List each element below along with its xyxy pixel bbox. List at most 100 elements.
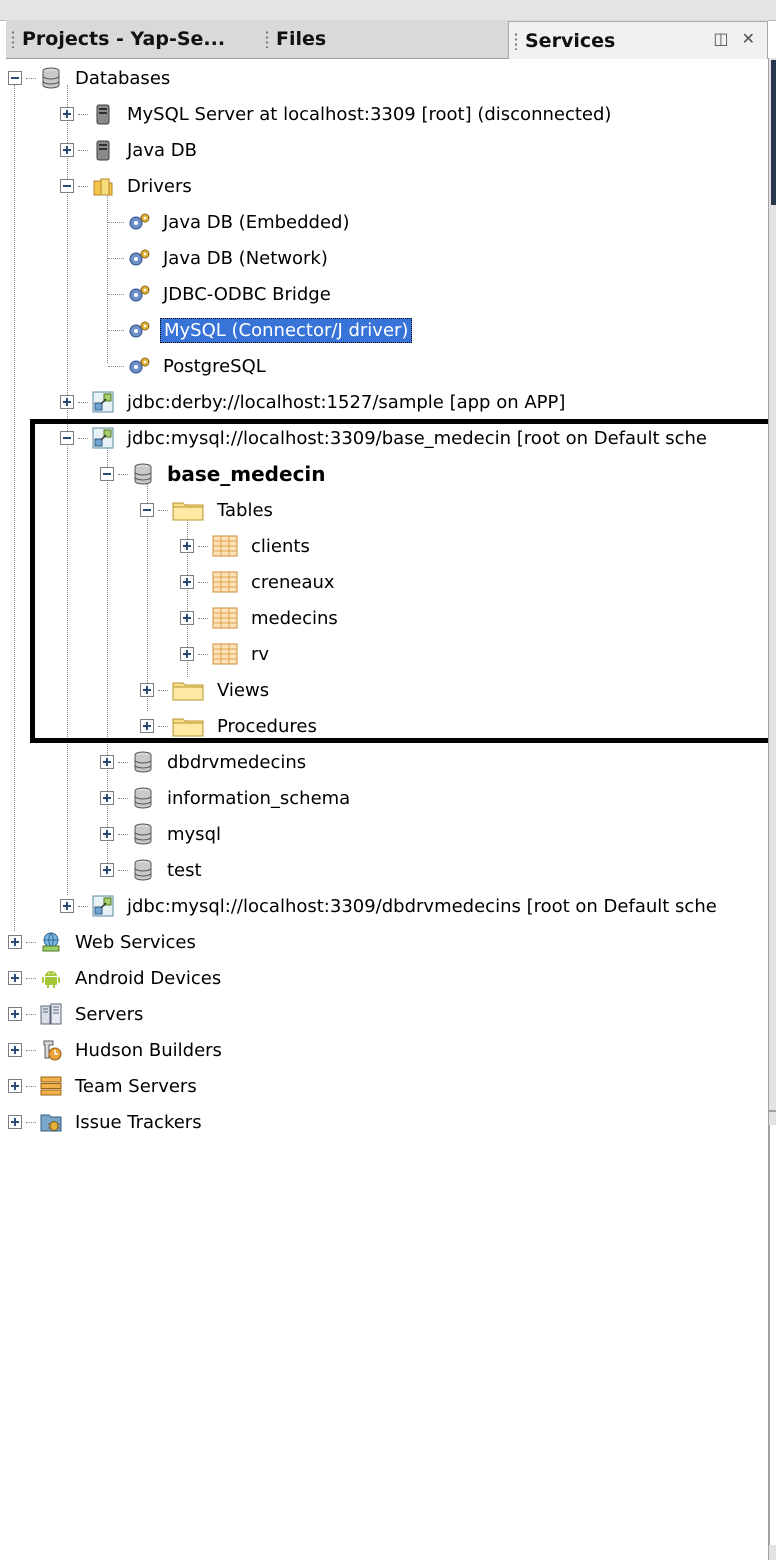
node-label: test	[167, 859, 202, 881]
node-label: Web Services	[75, 931, 196, 953]
tree-connector	[78, 149, 88, 151]
tree-connector	[78, 437, 88, 439]
tree-node-table-medecins[interactable]: medecins	[180, 600, 341, 636]
expand-toggle-icon[interactable]	[60, 899, 74, 913]
tree-node-hudson-builders[interactable]: Hudson Builders	[8, 1032, 225, 1068]
tree-node-driver-java-db-embedded[interactable]: Java DB (Embedded)	[108, 204, 352, 240]
connection-icon	[92, 427, 114, 449]
drag-grip-icon[interactable]	[265, 30, 269, 48]
tree-node-derby-connection[interactable]: jdbc:derby://localhost:1527/sample [app …	[60, 384, 568, 420]
tree-node-mysql-schema[interactable]: mysql	[100, 816, 224, 852]
server-icon	[96, 104, 110, 125]
tree-node-issue-trackers[interactable]: Issue Trackers	[8, 1104, 205, 1140]
expand-toggle-icon[interactable]	[60, 143, 74, 157]
expand-toggle-icon[interactable]	[180, 539, 194, 553]
tab-services[interactable]: Services ◫ ✕	[508, 21, 768, 59]
tree-node-table-rv[interactable]: rv	[180, 636, 272, 672]
drag-grip-icon[interactable]	[514, 31, 518, 50]
database-icon	[134, 463, 152, 485]
node-label: jdbc:mysql://localhost:3309/base_medecin…	[127, 427, 707, 449]
tree-node-test-schema[interactable]: test	[100, 852, 205, 888]
tree-node-java-db[interactable]: Java DB	[60, 132, 200, 168]
tree-node-servers[interactable]: Servers	[8, 996, 146, 1032]
expand-toggle-icon[interactable]	[100, 863, 114, 877]
tree-connector	[198, 617, 208, 619]
tree-node-procedures[interactable]: Procedures	[140, 708, 320, 744]
expand-toggle-icon[interactable]	[60, 395, 74, 409]
server-icon	[96, 140, 110, 161]
tab-services-label: Services	[525, 29, 616, 52]
folder-icon	[172, 502, 204, 521]
tree-node-driver-mysql[interactable]: MySQL (Connector/J driver)	[108, 312, 413, 348]
tree-connector	[26, 77, 36, 79]
collapse-toggle-icon[interactable]	[8, 71, 22, 85]
tab-projects-label: Projects - Yap-Se...	[22, 28, 226, 50]
node-label: Issue Trackers	[75, 1111, 202, 1133]
tree-node-information-schema[interactable]: information_schema	[100, 780, 353, 816]
collapse-toggle-icon[interactable]	[60, 179, 74, 193]
tree-node-table-creneaux[interactable]: creneaux	[180, 564, 338, 600]
expand-toggle-icon[interactable]	[8, 1079, 22, 1093]
table-icon	[212, 571, 238, 593]
tree-node-mysql-base-medecin-connection[interactable]: jdbc:mysql://localhost:3309/base_medecin…	[60, 420, 710, 456]
tree-connector	[198, 581, 208, 583]
tree-connector	[158, 689, 168, 691]
collapse-toggle-icon[interactable]	[140, 503, 154, 517]
tree-node-table-clients[interactable]: clients	[180, 528, 313, 564]
expand-toggle-icon[interactable]	[140, 719, 154, 733]
expand-toggle-icon[interactable]	[8, 1043, 22, 1057]
services-tree[interactable]: Databases MySQL Server at localhost:3309…	[6, 59, 768, 1560]
tree-node-databases[interactable]: Databases	[8, 60, 173, 96]
servers-icon	[40, 1003, 62, 1025]
tree-connector	[118, 761, 128, 763]
node-label: dbdrvmedecins	[167, 751, 307, 773]
tree-connector	[26, 977, 36, 979]
expand-toggle-icon[interactable]	[8, 971, 22, 985]
tree-connector	[198, 653, 208, 655]
expand-toggle-icon[interactable]	[180, 575, 194, 589]
tree-node-views[interactable]: Views	[140, 672, 272, 708]
tree-node-drivers[interactable]: Drivers	[60, 168, 195, 204]
expand-toggle-icon[interactable]	[100, 827, 114, 841]
tree-connector	[78, 113, 88, 115]
tab-files[interactable]: Files	[260, 22, 504, 56]
tree-connector	[26, 1121, 36, 1123]
tree-node-web-services[interactable]: Web Services	[8, 924, 199, 960]
expand-toggle-icon[interactable]	[180, 647, 194, 661]
tree-node-driver-java-db-network[interactable]: Java DB (Network)	[108, 240, 331, 276]
driver-icon	[129, 285, 150, 302]
expand-toggle-icon[interactable]	[60, 107, 74, 121]
expand-toggle-icon[interactable]	[100, 755, 114, 769]
tree-node-driver-postgresql[interactable]: PostgreSQL	[108, 348, 269, 384]
tree-node-dbdrvmedecins[interactable]: dbdrvmedecins	[100, 744, 309, 780]
node-label: medecins	[251, 607, 338, 629]
folder-icon	[172, 682, 204, 701]
tree-node-mysql-server[interactable]: MySQL Server at localhost:3309 [root] (d…	[60, 96, 614, 132]
driver-icon	[129, 321, 150, 338]
collapse-toggle-icon[interactable]	[100, 467, 114, 481]
issue-tracker-icon	[40, 1114, 62, 1132]
driver-icon	[129, 249, 150, 266]
tree-node-base-medecin[interactable]: base_medecin	[100, 456, 329, 492]
editor-pane-lower-panel	[769, 1125, 776, 1545]
collapse-toggle-icon[interactable]	[60, 431, 74, 445]
minimize-close-controls[interactable]: ◫ ✕	[713, 29, 759, 48]
tree-connector	[108, 221, 124, 223]
expand-toggle-icon[interactable]	[100, 791, 114, 805]
expand-toggle-icon[interactable]	[8, 1115, 22, 1129]
tree-node-tables[interactable]: Tables	[140, 492, 276, 528]
editor-pane-dark-strip	[771, 60, 776, 205]
expand-toggle-icon[interactable]	[8, 935, 22, 949]
tree-node-android-devices[interactable]: Android Devices	[8, 960, 224, 996]
expand-toggle-icon[interactable]	[180, 611, 194, 625]
tab-projects[interactable]: Projects - Yap-Se...	[6, 22, 254, 56]
tree-node-driver-jdbc-odbc[interactable]: JDBC-ODBC Bridge	[108, 276, 334, 312]
tree-node-mysql-dbdrvmedecins-connection[interactable]: jdbc:mysql://localhost:3309/dbdrvmedecin…	[60, 888, 720, 924]
expand-toggle-icon[interactable]	[140, 683, 154, 697]
tree-guide	[67, 85, 68, 895]
tree-connector	[78, 401, 88, 403]
expand-toggle-icon[interactable]	[8, 1007, 22, 1021]
team-servers-icon	[40, 1076, 62, 1096]
drag-grip-icon[interactable]	[11, 30, 15, 48]
tree-node-team-servers[interactable]: Team Servers	[8, 1068, 200, 1104]
